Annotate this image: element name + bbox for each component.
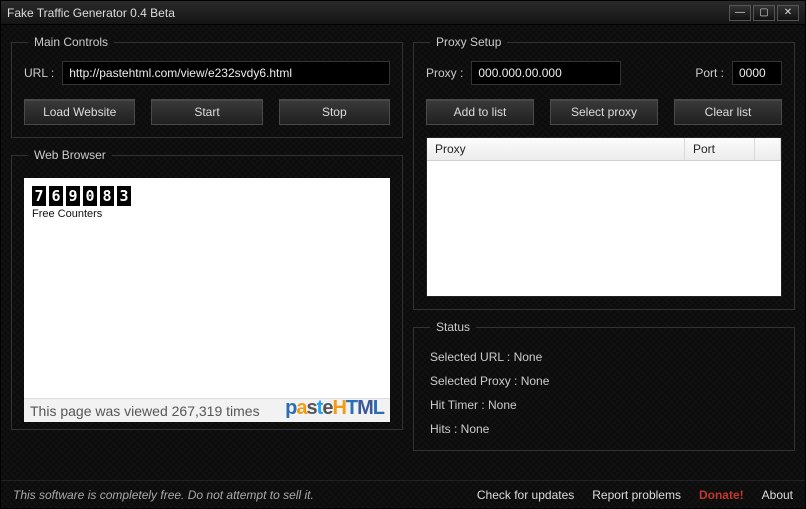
load-website-button[interactable]: Load Website [24,99,135,125]
about-link[interactable]: About [762,488,793,502]
counter-digit: 9 [66,186,80,206]
counter-digit: 7 [32,186,46,206]
col-proxy[interactable]: Proxy [427,138,685,160]
select-proxy-button[interactable]: Select proxy [550,99,658,125]
proxy-label: Proxy : [426,66,463,80]
counter-digit: 0 [83,186,97,206]
web-browser-legend: Web Browser [28,148,112,162]
title-bar[interactable]: Fake Traffic Generator 0.4 Beta — ▢ ✕ [1,1,805,25]
donate-link[interactable]: Donate! [699,488,744,502]
close-button[interactable]: ✕ [777,5,799,21]
maximize-button[interactable]: ▢ [753,5,775,21]
stop-button[interactable]: Stop [279,99,390,125]
proxy-list[interactable]: Proxy Port [426,137,782,297]
add-to-list-button[interactable]: Add to list [426,99,534,125]
clear-list-button[interactable]: Clear list [674,99,782,125]
proxy-input[interactable] [471,61,621,85]
browser-status-text: This page was viewed 267,319 times [30,403,260,419]
status-hits: Hits : None [430,422,778,436]
web-browser-panel: Web Browser 769083 Free Counters This pa… [11,148,403,430]
main-controls-legend: Main Controls [28,35,114,49]
status-hit-timer: Hit Timer : None [430,398,778,412]
port-label: Port : [695,66,724,80]
status-legend: Status [430,320,476,334]
status-panel: Status Selected URL : None Selected Prox… [413,320,795,451]
main-controls-panel: Main Controls URL : Load Website Start S… [11,35,403,138]
hit-counter: 769083 Free Counters [32,186,390,220]
proxy-setup-legend: Proxy Setup [430,35,507,49]
status-selected-url: Selected URL : None [430,350,778,364]
app-window: Fake Traffic Generator 0.4 Beta — ▢ ✕ Ma… [0,0,806,509]
counter-digit: 3 [117,186,131,206]
status-selected-proxy: Selected Proxy : None [430,374,778,388]
footer-note: This software is completely free. Do not… [13,488,459,502]
proxy-setup-panel: Proxy Setup Proxy : Port : Add to list S… [413,35,795,310]
pastehtml-logo: pasteHTML [285,397,384,420]
url-label: URL : [24,66,54,80]
check-updates-link[interactable]: Check for updates [477,488,574,502]
counter-digit: 6 [49,186,63,206]
window-title: Fake Traffic Generator 0.4 Beta [7,6,729,20]
footer-bar: This software is completely free. Do not… [1,480,805,508]
proxy-list-header: Proxy Port [427,138,781,161]
col-port[interactable]: Port [685,138,755,160]
minimize-button[interactable]: — [729,5,751,21]
start-button[interactable]: Start [151,99,262,125]
col-spacer [755,138,781,160]
report-problems-link[interactable]: Report problems [592,488,681,502]
counter-caption: Free Counters [32,208,390,220]
embedded-browser[interactable]: 769083 Free Counters This page was viewe… [24,178,390,422]
counter-digit: 8 [100,186,114,206]
url-input[interactable] [62,61,390,85]
port-input[interactable] [732,61,782,85]
